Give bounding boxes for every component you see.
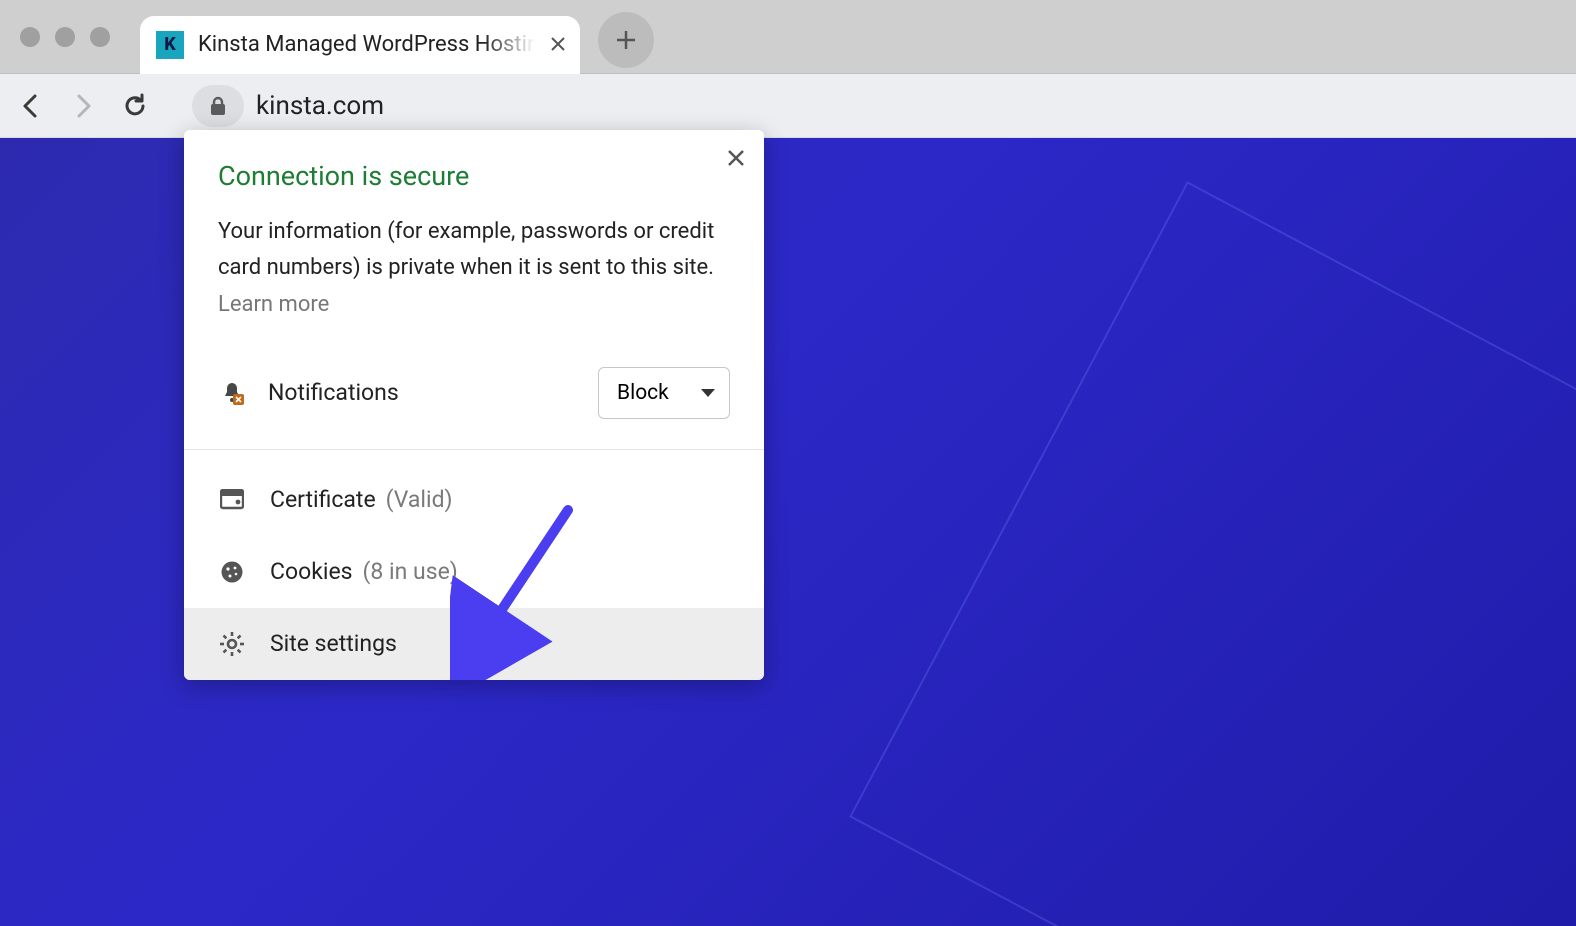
- tab-favicon: K: [156, 31, 184, 59]
- popover-links: Certificate (Valid) Cookies (8 in use): [184, 450, 764, 680]
- browser-toolbar: kinsta.com: [0, 74, 1576, 138]
- popover-close-button[interactable]: [726, 146, 746, 174]
- cookies-status: (8 in use): [363, 558, 458, 585]
- site-settings-label: Site settings: [270, 630, 397, 657]
- window-minimize-dot[interactable]: [55, 27, 75, 47]
- connection-description: Your information (for example, passwords…: [218, 214, 730, 323]
- certificate-status: (Valid): [386, 486, 453, 513]
- url-text: kinsta.com: [256, 91, 384, 121]
- tab-close-icon[interactable]: [550, 33, 566, 57]
- chevron-down-icon: [701, 389, 715, 397]
- decorative-shape: [849, 181, 1576, 926]
- address-bar[interactable]: kinsta.com: [192, 85, 1560, 127]
- back-button[interactable]: [16, 91, 46, 121]
- cookies-label: Cookies: [270, 558, 353, 585]
- cookie-icon: [218, 558, 246, 586]
- notifications-value: Block: [617, 381, 669, 405]
- forward-button[interactable]: [68, 91, 98, 121]
- tab-title: Kinsta Managed WordPress Hosting: [198, 32, 542, 57]
- connection-status-title: Connection is secure: [218, 160, 730, 192]
- notifications-select[interactable]: Block: [598, 367, 730, 419]
- certificate-row[interactable]: Certificate (Valid): [184, 464, 764, 536]
- site-settings-row[interactable]: Site settings: [184, 608, 764, 680]
- window-maximize-dot[interactable]: [90, 27, 110, 47]
- cookies-row[interactable]: Cookies (8 in use): [184, 536, 764, 608]
- window-controls: [20, 27, 110, 47]
- certificate-label: Certificate: [270, 486, 376, 513]
- browser-tab[interactable]: K Kinsta Managed WordPress Hosting: [140, 16, 580, 74]
- notifications-label: Notifications: [268, 379, 576, 406]
- certificate-icon: [218, 486, 246, 514]
- learn-more-link[interactable]: Learn more: [218, 292, 329, 317]
- new-tab-button[interactable]: [598, 12, 654, 68]
- gear-icon: [218, 630, 246, 658]
- site-info-popover: Connection is secure Your information (f…: [184, 130, 764, 680]
- lock-icon: [209, 96, 227, 116]
- site-info-button[interactable]: [192, 85, 244, 127]
- tab-strip: K Kinsta Managed WordPress Hosting: [0, 0, 1576, 74]
- window-close-dot[interactable]: [20, 27, 40, 47]
- bell-blocked-icon: [218, 379, 246, 407]
- reload-button[interactable]: [120, 91, 150, 121]
- notifications-permission-row: Notifications Block: [184, 349, 764, 450]
